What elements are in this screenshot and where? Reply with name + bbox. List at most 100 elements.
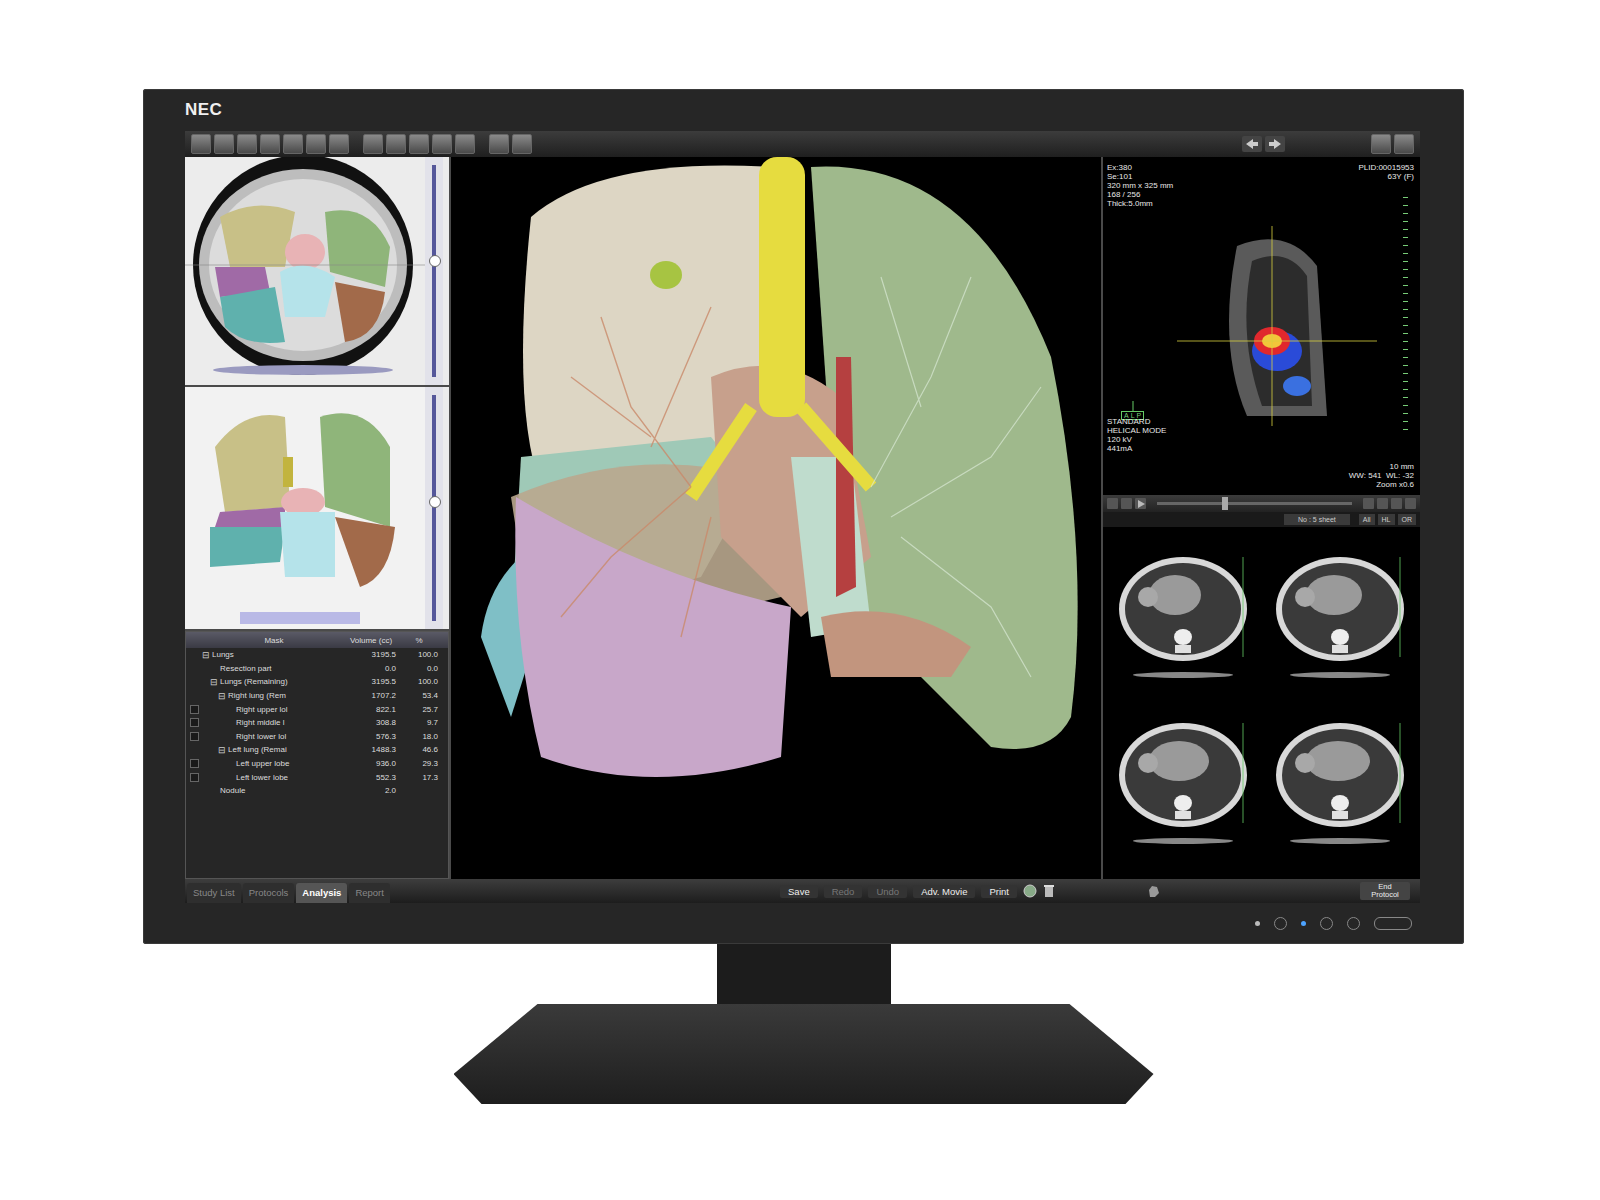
- percent-cell: 46.6: [400, 745, 448, 754]
- list-icon[interactable]: [1107, 498, 1118, 509]
- logo-row: NEC: [143, 89, 1464, 131]
- table-row[interactable]: Left upper lobe 936.0 29.3: [186, 757, 448, 771]
- 3d-view[interactable]: [451, 157, 1101, 879]
- strip-button[interactable]: All: [1359, 514, 1375, 525]
- monitor-bezel: NEC Mask Volume (cc) % ⊟ Lungs 3195.5 10…: [143, 89, 1464, 944]
- cine-slider[interactable]: [1157, 502, 1352, 505]
- rotate-icon[interactable]: [386, 134, 406, 154]
- column-header[interactable]: %: [400, 636, 448, 645]
- mask-name: Left lung (Remai: [228, 745, 287, 754]
- volume-cell: 308.8: [346, 718, 400, 727]
- stop-icon[interactable]: [1121, 498, 1132, 509]
- person-icon[interactable]: [455, 134, 475, 154]
- tab[interactable]: Study List: [187, 883, 241, 903]
- expand-toggle[interactable]: ⊟: [210, 677, 220, 687]
- trash-icon[interactable]: [1043, 884, 1055, 898]
- play-icon[interactable]: [1135, 498, 1146, 509]
- compare-icon[interactable]: [237, 134, 257, 154]
- row-checkbox[interactable]: [190, 732, 199, 741]
- table-row[interactable]: ⊟ Left lung (Remai 1488.3 46.6: [186, 743, 448, 757]
- strip-button[interactable]: HL: [1378, 514, 1395, 525]
- cine-toolbar: [1103, 495, 1420, 512]
- ct-thumbnail[interactable]: [1109, 547, 1258, 703]
- prev-icon[interactable]: [1377, 498, 1388, 509]
- ct-thumbnail[interactable]: [1266, 713, 1415, 869]
- stand-neck: [717, 944, 891, 1006]
- joystick-icon[interactable]: [1374, 917, 1412, 930]
- hand-icon[interactable]: [1147, 884, 1161, 898]
- mask-name: Left lower lobe: [236, 773, 288, 782]
- percent-cell: 53.4: [400, 691, 448, 700]
- first-icon[interactable]: [1363, 498, 1374, 509]
- workspace: Mask Volume (cc) % ⊟ Lungs 3195.5 100.0 …: [185, 157, 1420, 879]
- button-icon[interactable]: [1347, 917, 1360, 930]
- coronal-slice-slider[interactable]: [425, 387, 443, 629]
- table-row[interactable]: Right lower lol 576.3 18.0: [186, 730, 448, 744]
- monitor-icon[interactable]: [191, 134, 211, 154]
- volume-cell: 3195.5: [346, 677, 400, 686]
- next-arrow-icon[interactable]: [1265, 136, 1285, 152]
- strip-button[interactable]: OR: [1398, 514, 1417, 525]
- volume-cell: 0.0: [346, 664, 400, 673]
- table-row[interactable]: ⊟ Lungs 3195.5 100.0: [186, 648, 448, 662]
- last-icon[interactable]: [1405, 498, 1416, 509]
- volume-cell: 1488.3: [346, 745, 400, 754]
- layout-icon[interactable]: [1371, 134, 1391, 154]
- table-row[interactable]: ⊟ Right lung (Rem 1707.2 53.4: [186, 689, 448, 703]
- end-protocol-button[interactable]: End Protocol: [1360, 882, 1410, 900]
- table-row[interactable]: Resection part 0.0 0.0: [186, 662, 448, 676]
- series-icon[interactable]: [260, 134, 280, 154]
- expand-toggle[interactable]: ⊟: [218, 745, 228, 755]
- tab[interactable]: Protocols: [243, 883, 295, 903]
- axial-view[interactable]: [185, 157, 449, 385]
- row-checkbox[interactable]: [190, 718, 199, 727]
- body-icon[interactable]: [409, 134, 429, 154]
- expand-toggle[interactable]: ⊟: [218, 691, 228, 701]
- percent-cell: 0.0: [400, 664, 448, 673]
- slider-thumb[interactable]: [429, 496, 441, 508]
- tab[interactable]: Analysis: [296, 883, 347, 903]
- ct-thumbnail[interactable]: [1109, 713, 1258, 869]
- layout-icon[interactable]: [214, 134, 234, 154]
- coronal-view[interactable]: [185, 387, 449, 629]
- black-icon[interactable]: [363, 134, 383, 154]
- user-icon[interactable]: [512, 134, 532, 154]
- row-checkbox[interactable]: [190, 759, 199, 768]
- close-icon[interactable]: [1394, 134, 1414, 154]
- ct-thumbnail[interactable]: [1266, 547, 1415, 703]
- table-row[interactable]: Right upper lol 822.1 25.7: [186, 702, 448, 716]
- stand-base: [454, 1004, 1154, 1104]
- expand-toggle[interactable]: ⊟: [202, 650, 212, 660]
- row-checkbox[interactable]: [190, 773, 199, 782]
- prev-arrow-icon[interactable]: [1242, 136, 1262, 152]
- power-icon[interactable]: [1274, 917, 1287, 930]
- grid-icon[interactable]: [283, 134, 303, 154]
- action-button[interactable]: Redo: [824, 885, 863, 898]
- slider-thumb[interactable]: [429, 255, 441, 267]
- slider-thumb[interactable]: [1222, 497, 1228, 510]
- mask-name: Lungs (Remaining): [220, 677, 288, 686]
- button-icon[interactable]: [1320, 917, 1333, 930]
- column-header[interactable]: Volume (cc): [346, 636, 400, 645]
- mask-name: Resection part: [220, 664, 272, 673]
- next-icon[interactable]: [1391, 498, 1402, 509]
- action-button[interactable]: Adv. Movie: [913, 885, 975, 898]
- action-button[interactable]: Undo: [868, 885, 907, 898]
- axial-slice-slider[interactable]: [425, 157, 443, 385]
- report-icon[interactable]: [489, 134, 509, 154]
- action-button[interactable]: Save: [780, 885, 818, 898]
- row-checkbox[interactable]: [190, 705, 199, 714]
- tile-icon[interactable]: [306, 134, 326, 154]
- film-icon[interactable]: [432, 134, 452, 154]
- globe-icon[interactable]: [1023, 884, 1037, 898]
- tab[interactable]: Report: [349, 883, 390, 903]
- percent-cell: 25.7: [400, 705, 448, 714]
- column-header[interactable]: Mask: [202, 636, 346, 645]
- action-button[interactable]: Print: [981, 885, 1017, 898]
- table-row[interactable]: ⊟ Lungs (Remaining) 3195.5 100.0: [186, 675, 448, 689]
- table-row[interactable]: Left lower lobe 552.3 17.3: [186, 770, 448, 784]
- table-row[interactable]: Nodule 2.0: [186, 784, 448, 798]
- table-row[interactable]: Right middle l 308.8 9.7: [186, 716, 448, 730]
- sagittal-view[interactable]: Ex:380Se:101320 mm x 325 mm168 / 256Thic…: [1103, 157, 1420, 495]
- window-icon[interactable]: [329, 134, 349, 154]
